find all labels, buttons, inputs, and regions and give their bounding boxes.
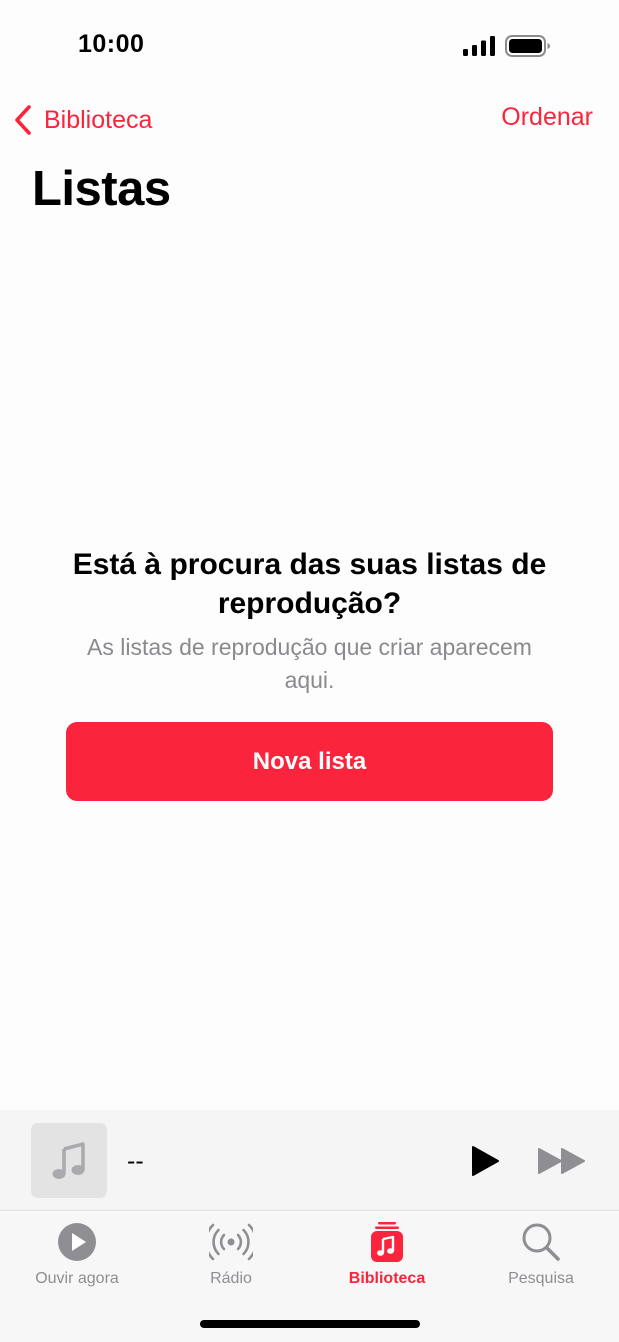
- play-icon[interactable]: [470, 1145, 500, 1177]
- music-note-icon: [52, 1141, 85, 1179]
- empty-state: Está à procura das suas listas de reprod…: [0, 545, 619, 697]
- tab-label: Rádio: [210, 1270, 252, 1287]
- new-playlist-button[interactable]: Nova lista: [66, 722, 553, 801]
- tab-listen-now[interactable]: Ouvir agora: [0, 1220, 154, 1300]
- library-icon: [371, 1222, 403, 1262]
- music-library-playlists-screen: 10:00 Biblioteca Ordenar Listas Está à p…: [0, 0, 619, 1342]
- tab-library[interactable]: Biblioteca: [310, 1220, 464, 1300]
- radio-broadcast-icon: [209, 1223, 253, 1261]
- fast-forward-icon[interactable]: [537, 1147, 587, 1175]
- play-circle-icon: [58, 1223, 96, 1261]
- status-bar: 10:00: [0, 0, 619, 92]
- mini-player[interactable]: --: [0, 1110, 619, 1211]
- back-button[interactable]: Biblioteca: [12, 102, 152, 138]
- tab-radio[interactable]: Rádio: [154, 1220, 308, 1300]
- battery-icon: [505, 35, 550, 57]
- sort-button[interactable]: Ordenar: [501, 103, 593, 132]
- tab-label: Pesquisa: [508, 1270, 574, 1287]
- home-indicator[interactable]: [200, 1320, 420, 1328]
- back-button-label: Biblioteca: [44, 105, 153, 134]
- tab-search[interactable]: Pesquisa: [464, 1220, 618, 1300]
- empty-state-subtitle: As listas de reprodução que criar aparec…: [87, 634, 532, 693]
- page-title: Listas: [32, 162, 171, 216]
- empty-state-title: Está à procura das suas listas de reprod…: [72, 548, 547, 620]
- status-time: 10:00: [78, 30, 145, 58]
- search-icon: [522, 1223, 560, 1261]
- artwork-placeholder: [31, 1123, 107, 1198]
- tab-label: Ouvir agora: [35, 1270, 119, 1287]
- tab-label: Biblioteca: [348, 1270, 426, 1287]
- now-playing-title: --: [127, 1147, 144, 1175]
- cellular-signal-icon: [463, 36, 495, 56]
- chevron-left-icon: [15, 105, 31, 135]
